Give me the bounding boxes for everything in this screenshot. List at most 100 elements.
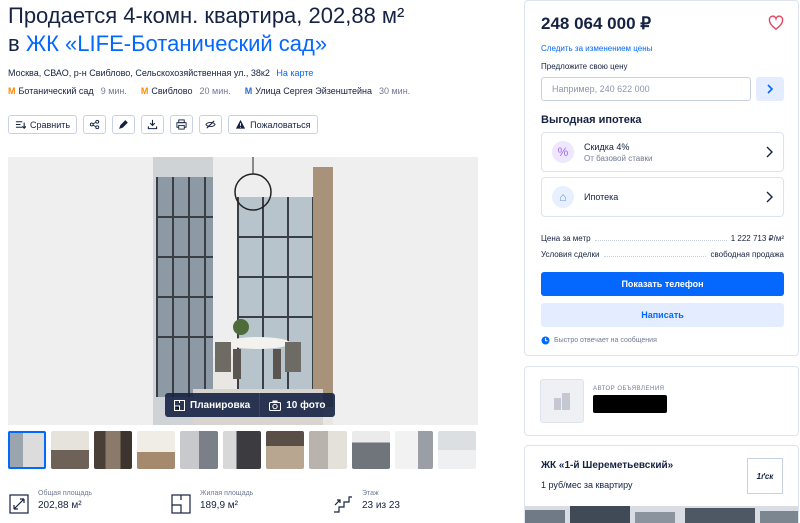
fast-reply-note: Быстро отвечает на сообщения	[541, 336, 657, 345]
clock-icon	[541, 336, 550, 345]
price-card: 248 064 000 ₽ Следить за изменением цены…	[524, 0, 799, 356]
mortgage-item[interactable]: ⌂ Ипотека	[541, 177, 784, 217]
metro-name: Свиблово	[151, 86, 193, 96]
thumbnail[interactable]	[395, 431, 433, 469]
author-name-redacted	[593, 395, 667, 413]
mortgage-title: Выгодная ипотека	[541, 114, 642, 126]
thumbnail[interactable]	[223, 431, 261, 469]
thumbnail[interactable]	[51, 431, 89, 469]
price-per-meter-row: Цена за метр 1 222 713 ₽/м²	[541, 234, 784, 243]
metro-item[interactable]: M Ботанический сад 9 мин.	[8, 86, 127, 96]
developer-logo-text: 1ґск	[756, 471, 774, 481]
offer-submit-button[interactable]	[756, 77, 784, 101]
feature-floor: Этаж 23 из 23	[332, 490, 494, 515]
feature-value: 202,88 м²	[38, 500, 82, 511]
offer-label: Предложите свою цену	[541, 62, 628, 71]
feature-living-area: Жилая площадь 189,9 м²	[170, 490, 332, 515]
warning-icon	[236, 119, 246, 129]
photos-button[interactable]: 10 фото	[259, 393, 334, 417]
metro-name: Ботанический сад	[18, 86, 94, 96]
thumbnail[interactable]	[8, 431, 46, 469]
favorite-heart-icon[interactable]	[768, 15, 784, 31]
compare-icon	[15, 121, 26, 129]
address-text: Москва, СВАО, р-н Свиблово, Сельскохозяй…	[8, 68, 270, 78]
metro-list: M Ботанический сад 9 мин. M Свиблово 20 …	[8, 86, 410, 96]
metro-item[interactable]: M Свиблово 20 мин.	[141, 86, 231, 96]
features-row: Общая площадь 202,88 м² Жилая площадь 18…	[8, 490, 494, 515]
complex-photo	[525, 506, 798, 523]
metro-icon: M	[140, 86, 149, 96]
price: 248 064 000 ₽	[541, 14, 652, 33]
price-per-meter-label: Цена за метр	[541, 234, 591, 243]
floor-icon	[334, 496, 352, 513]
follow-price-link[interactable]: Следить за изменением цены	[541, 44, 652, 53]
thumbnail[interactable]	[309, 431, 347, 469]
metro-time: 30 мин.	[378, 86, 411, 96]
metro-icon: M	[244, 86, 253, 96]
download-icon	[147, 119, 158, 130]
feature-value: 189,9 м²	[200, 500, 239, 511]
compare-label: Сравнить	[30, 119, 71, 130]
compare-button[interactable]: Сравнить	[8, 115, 78, 134]
building-icon	[554, 393, 570, 410]
feature-label: Общая площадь	[38, 490, 93, 497]
plan-label: Планировка	[190, 399, 251, 411]
thumbnail-strip	[8, 431, 476, 469]
fast-reply-text: Быстро отвечает на сообщения	[554, 337, 657, 344]
photo-gallery[interactable]: Планировка 10 фото	[8, 157, 478, 425]
show-phone-button[interactable]: Показать телефон	[541, 272, 784, 296]
download-button[interactable]	[141, 115, 165, 134]
hide-icon	[205, 120, 216, 129]
hide-button[interactable]	[199, 115, 223, 134]
camera-icon	[269, 400, 282, 411]
print-button[interactable]	[170, 115, 194, 134]
plan-button[interactable]: Планировка	[165, 393, 259, 417]
thumbnail[interactable]	[94, 431, 132, 469]
metro-icon: M	[8, 86, 16, 96]
feature-label: Жилая площадь	[200, 490, 254, 497]
photos-label: 10 фото	[286, 399, 326, 411]
mortgage-label: Ипотека	[584, 192, 619, 202]
complex-link[interactable]: ЖК «LIFE-Ботанический сад»	[26, 31, 327, 56]
area-icon	[9, 494, 29, 514]
discount-subtitle: От базовой ставки	[584, 153, 653, 163]
thumbnail[interactable]	[438, 431, 476, 469]
edit-button[interactable]	[112, 115, 136, 134]
complain-label: Пожаловаться	[250, 119, 311, 130]
metro-name: Улица Сергея Эйзенштейна	[255, 86, 372, 96]
chevron-right-icon	[766, 191, 773, 203]
share-icon	[89, 119, 100, 130]
complex-promo: 1 руб/мес за квартиру	[541, 480, 633, 490]
deal-terms-row: Условия сделки свободная продажа	[541, 250, 784, 259]
author-avatar[interactable]	[540, 379, 584, 423]
deal-terms-label: Условия сделки	[541, 250, 600, 259]
chevron-right-icon	[767, 84, 774, 94]
metro-time: 20 мин.	[199, 86, 231, 96]
feature-label: Этаж	[362, 490, 379, 497]
title-prefix: в	[8, 31, 20, 56]
map-link[interactable]: На карте	[276, 68, 313, 78]
page-title-complex: в ЖК «LIFE-Ботанический сад»	[8, 30, 327, 58]
listing-main: Продается 4-комн. квартира, 202,88 м² в …	[0, 0, 520, 523]
thumbnail[interactable]	[137, 431, 175, 469]
complex-promo-card[interactable]: ЖК «1-й Шереметьевский» 1 руб/мес за ква…	[524, 445, 799, 523]
metro-item[interactable]: M Улица Сергея Эйзенштейна 30 мин.	[245, 86, 410, 96]
thumbnail[interactable]	[180, 431, 218, 469]
page-title: Продается 4-комн. квартира, 202,88 м²	[8, 3, 405, 28]
share-button[interactable]	[83, 115, 107, 134]
complain-button[interactable]: Пожаловаться	[228, 115, 318, 134]
plan-icon	[174, 399, 185, 411]
gallery-controls: Планировка 10 фото	[165, 393, 335, 417]
write-message-button[interactable]: Написать	[541, 303, 784, 327]
thumbnail[interactable]	[352, 431, 390, 469]
chevron-right-icon	[766, 146, 773, 158]
offer-price-input[interactable]	[541, 77, 751, 101]
print-icon	[176, 119, 187, 130]
discount-mortgage-item[interactable]: % Скидка 4% От базовой ставки	[541, 132, 784, 172]
price-per-meter-value: 1 222 713 ₽/м²	[730, 234, 784, 243]
edit-icon	[119, 120, 128, 129]
living-area-icon	[171, 494, 191, 514]
thumbnail[interactable]	[266, 431, 304, 469]
deal-terms-value: свободная продажа	[710, 250, 784, 259]
house-icon: ⌂	[552, 186, 574, 208]
